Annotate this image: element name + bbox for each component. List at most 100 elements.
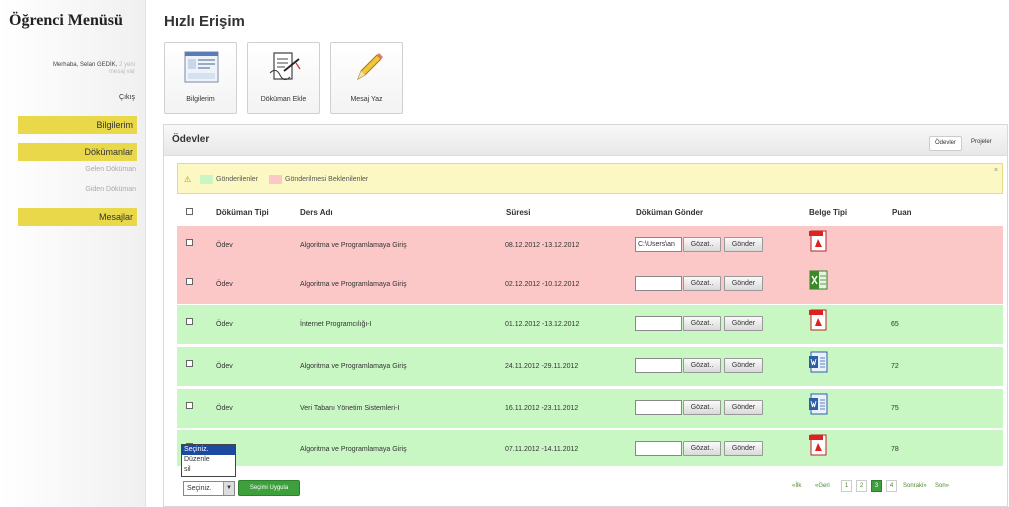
col-period: Süresi (506, 208, 531, 217)
apply-selection-button[interactable]: Seçimi Uygula (238, 480, 300, 496)
row-course: Algoritma ve Programlamaya Giriş (300, 242, 407, 249)
option-select[interactable]: Seçiniz. (182, 445, 235, 455)
row-course: İnternet Programcılığı-I (300, 321, 372, 328)
chevron-down-icon[interactable]: ▼ (223, 482, 234, 495)
file-path-input[interactable] (635, 358, 682, 373)
sidebar-item-outgoing-docs[interactable]: Giden Döküman (85, 186, 136, 193)
row-period: 02.12.2012 -10.12.2012 (505, 281, 580, 288)
col-score: Puan (892, 208, 912, 217)
pagination-page-1[interactable]: 1 (841, 480, 852, 492)
pagination-page-3-current[interactable]: 3 (871, 480, 882, 492)
sidebar-item-profile[interactable]: Bilgilerim (18, 116, 137, 134)
browse-button[interactable]: Gözat.. (683, 276, 721, 291)
add-document-icon (269, 52, 301, 81)
tab-projects[interactable]: Projeler (966, 136, 997, 151)
bulk-action-options[interactable]: Seçiniz. Düzenle sil (181, 444, 236, 477)
word-icon[interactable] (809, 350, 828, 374)
row-course: Algoritma ve Programlamaya Giriş (300, 446, 407, 453)
file-path-input[interactable] (635, 316, 682, 331)
row-doc-type: Ödev (216, 281, 233, 288)
warning-icon: ⚠ (184, 175, 192, 184)
pagination-prev[interactable]: «Geri (815, 483, 830, 489)
col-upload: Döküman Gönder (636, 208, 704, 217)
page-title: Hızlı Erişim (164, 13, 245, 30)
option-edit[interactable]: Düzenle (182, 455, 235, 465)
close-icon[interactable]: × (994, 167, 998, 174)
quick-access-write-message-label: Mesaj Yaz (350, 96, 383, 103)
pagination-last[interactable]: Son» (935, 483, 949, 489)
row-course: Algoritma ve Programlamaya Giriş (300, 281, 407, 288)
pdf-icon[interactable] (809, 229, 828, 253)
pagination-page-4[interactable]: 4 (886, 480, 897, 492)
file-path-input[interactable] (635, 276, 682, 291)
logout-link[interactable]: Çıkış (119, 94, 135, 101)
pencil-icon (357, 53, 383, 81)
row-score: 65 (891, 321, 899, 328)
row-doc-type: Ödev (216, 321, 233, 328)
pagination-page-2[interactable]: 2 (856, 480, 867, 492)
col-course: Ders Adı (300, 208, 333, 217)
sidebar-item-documents[interactable]: Dökümanlar (18, 143, 137, 161)
option-delete[interactable]: sil (182, 465, 235, 475)
browse-button[interactable]: Gözat.. (683, 316, 721, 331)
profile-screenshot-icon (184, 51, 219, 83)
send-button[interactable]: Gönder (724, 276, 763, 291)
new-message-count[interactable]: 2 yeni (119, 62, 135, 68)
table-row: Ödev İnternet Programcılığı-I 01.12.2012… (177, 305, 1003, 344)
row-period: 24.11.2012 -29.11.2012 (505, 363, 579, 370)
browse-button[interactable]: Gözat.. (683, 237, 721, 252)
pagination-next[interactable]: Sonraki» (903, 483, 927, 489)
new-message-text[interactable]: mesaj var (109, 69, 135, 75)
quick-access-add-document-label: Döküman Ekle (260, 96, 307, 103)
table-row: Ödev Algoritma ve Programlamaya Giriş 07… (177, 430, 1003, 466)
legend-sent: Gönderilenler (216, 176, 259, 183)
row-score: 75 (891, 405, 899, 412)
row-checkbox[interactable] (186, 278, 193, 285)
sent-color-swatch (200, 175, 213, 184)
row-period: 08.12.2012 -13.12.2012 (505, 242, 580, 249)
excel-icon[interactable] (809, 268, 828, 292)
send-button[interactable]: Gönder (724, 358, 763, 373)
sidebar: Öğrenci Menüsü Merhaba, Selan GEDİK, 2 y… (0, 0, 146, 507)
file-path-input[interactable] (635, 441, 682, 456)
file-path-input[interactable] (635, 400, 682, 415)
assignments-panel: Ödevler Ödevler Projeler ⚠ Gönderilenler… (163, 124, 1008, 507)
quick-access-profile[interactable]: Bilgilerim (164, 42, 237, 114)
bulk-action-select[interactable]: Seçiniz. ▼ (183, 481, 235, 496)
tab-assignments[interactable]: Ödevler (929, 136, 963, 151)
table-row: Ödev Veri Tabanı Yönetim Sistemleri-I 16… (177, 389, 1003, 428)
row-period: 07.11.2012 -14.11.2012 (505, 446, 579, 453)
row-period: 16.11.2012 -23.11.2012 (505, 405, 579, 412)
row-checkbox[interactable] (186, 402, 193, 409)
send-button[interactable]: Gönder (724, 316, 763, 331)
pending-color-swatch (269, 175, 282, 184)
pdf-icon[interactable] (809, 308, 828, 332)
pagination-first[interactable]: «İlk (792, 483, 801, 489)
file-path-input[interactable]: C:\Users\an (635, 237, 682, 252)
col-doc-type: Döküman Tipi (216, 208, 269, 217)
send-button[interactable]: Gönder (724, 400, 763, 415)
select-all-checkbox[interactable] (186, 208, 193, 215)
table-row: Ödev Algoritma ve Programlamaya Giriş 02… (177, 265, 1003, 304)
row-checkbox[interactable] (186, 239, 193, 246)
legend-pending: Gönderilmesi Beklenilenler (285, 176, 369, 183)
row-checkbox[interactable] (186, 360, 193, 367)
greeting: Merhaba, Selan GEDİK, 2 yeni mesaj var (5, 62, 135, 76)
sidebar-item-incoming-docs[interactable]: Gelen Döküman (85, 166, 136, 173)
table-row: Ödev Algoritma ve Programlamaya Giriş 08… (177, 226, 1003, 265)
word-icon[interactable] (809, 392, 828, 416)
quick-access-write-message[interactable]: Mesaj Yaz (330, 42, 403, 114)
row-doc-type: Ödev (216, 363, 233, 370)
greeting-name: Merhaba, Selan GEDİK, (52, 62, 118, 68)
send-button[interactable]: Gönder (724, 237, 763, 252)
panel-title: Ödevler (172, 134, 210, 145)
sidebar-item-messages[interactable]: Mesajlar (18, 208, 137, 226)
row-checkbox[interactable] (186, 318, 193, 325)
browse-button[interactable]: Gözat.. (683, 441, 721, 456)
browse-button[interactable]: Gözat.. (683, 358, 721, 373)
sidebar-title: Öğrenci Menüsü (9, 12, 123, 29)
browse-button[interactable]: Gözat.. (683, 400, 721, 415)
send-button[interactable]: Gönder (724, 441, 763, 456)
pdf-icon[interactable] (809, 433, 828, 457)
quick-access-add-document[interactable]: Döküman Ekle (247, 42, 320, 114)
